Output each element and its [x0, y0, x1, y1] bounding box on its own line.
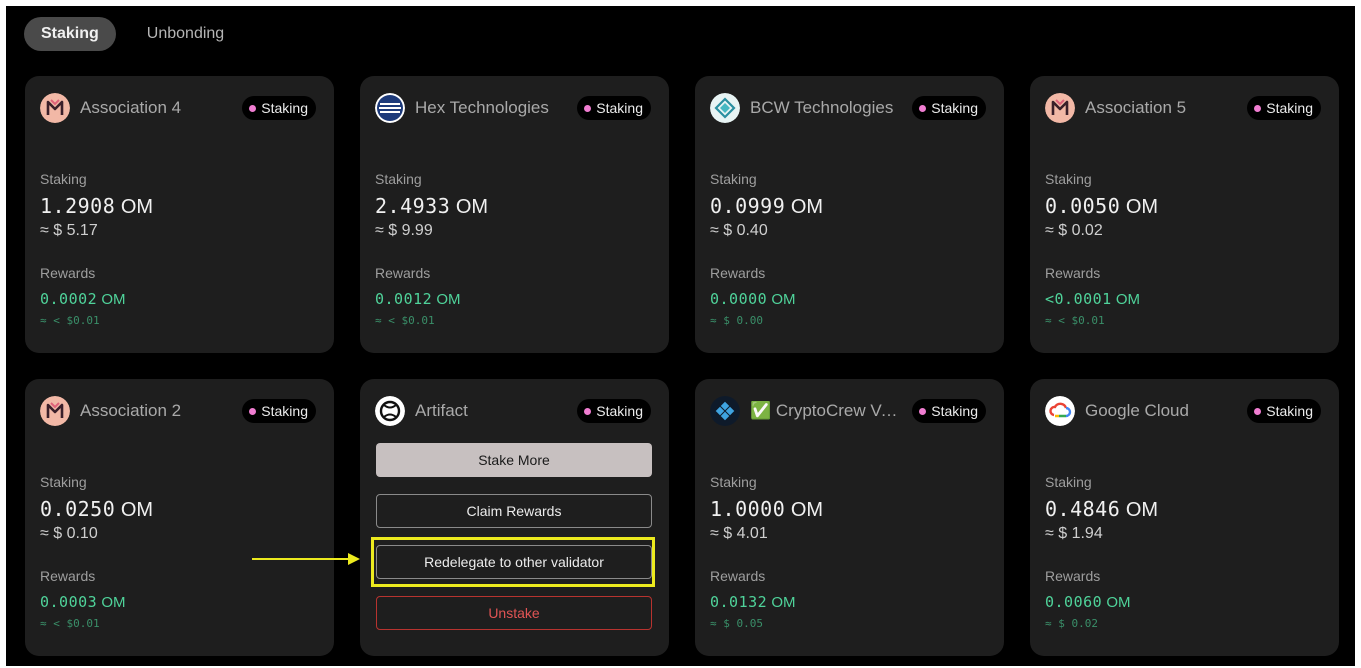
validator-name: Association 5	[1085, 98, 1187, 117]
validator-name: Association 2	[80, 401, 182, 420]
rewards-label: Rewards	[375, 265, 431, 281]
validator-name: Artifact	[415, 401, 468, 420]
validator-name: BCW Technologies	[750, 98, 894, 117]
tab-unbonding[interactable]: Unbonding	[130, 17, 241, 51]
mantra-logo-icon	[40, 396, 70, 426]
validator-card-association-2[interactable]: Association 2 Staking Staking 0.0250 OM …	[25, 379, 334, 656]
redelegate-button[interactable]: Redelegate to other validator	[376, 545, 652, 579]
card-header: Hex Technologies Staking	[375, 93, 651, 123]
status-dot-icon	[1254, 407, 1262, 415]
staking-amount: 1.0000 OM	[710, 497, 824, 521]
unstake-button[interactable]: Unstake	[376, 596, 652, 630]
status-dot-icon	[919, 104, 927, 112]
rewards-usd-value: ≈ < $0.01	[40, 617, 100, 630]
annotation-arrow-icon	[252, 553, 360, 565]
card-header: Association 2 Staking	[40, 396, 316, 426]
status-badge: Staking	[577, 96, 651, 120]
rewards-amount: 0.0000 OM	[710, 290, 796, 308]
staking-dashboard: Staking Unbonding Association 4 Staking …	[6, 6, 1355, 666]
staking-usd-value: ≈ $ 0.10	[40, 525, 98, 542]
card-header: BCW Technologies Staking	[710, 93, 986, 123]
rewards-amount: 0.0003 OM	[40, 593, 126, 611]
staking-amount: 0.0999 OM	[710, 194, 824, 218]
google-cloud-logo-icon	[1045, 396, 1075, 426]
mantra-logo-icon	[1045, 93, 1075, 123]
claim-rewards-button[interactable]: Claim Rewards	[376, 494, 652, 528]
staking-usd-value: ≈ $ 0.40	[710, 222, 768, 239]
rewards-usd-value: ≈ $ 0.00	[710, 314, 763, 327]
cryptocrew-logo-icon	[710, 396, 740, 426]
validator-card-cryptocrew[interactable]: ✅ CryptoCrew Va... Staking Staking 1.000…	[695, 379, 1004, 656]
staking-amount: 0.4846 OM	[1045, 497, 1159, 521]
status-dot-icon	[584, 104, 592, 112]
staking-amount: 2.4933 OM	[375, 194, 489, 218]
status-dot-icon	[584, 407, 592, 415]
rewards-amount: 0.0012 OM	[375, 290, 461, 308]
validator-name: Association 4	[80, 98, 182, 117]
rewards-amount: 0.0002 OM	[40, 290, 126, 308]
status-badge: Staking	[1247, 96, 1321, 120]
status-badge: Staking	[577, 399, 651, 423]
status-dot-icon	[249, 104, 257, 112]
staking-amount: 0.0250 OM	[40, 497, 154, 521]
status-badge: Staking	[242, 399, 316, 423]
hex-logo-icon	[375, 93, 405, 123]
status-badge: Staking	[912, 96, 986, 120]
tab-staking[interactable]: Staking	[24, 17, 116, 51]
status-dot-icon	[249, 407, 257, 415]
rewards-usd-value: ≈ < $0.01	[1045, 314, 1105, 327]
validator-card-hex-technologies[interactable]: Hex Technologies Staking Staking 2.4933 …	[360, 76, 669, 353]
mantra-logo-icon	[40, 93, 70, 123]
tab-bar: Staking Unbonding	[24, 17, 241, 51]
staking-label: Staking	[40, 171, 87, 187]
staking-usd-value: ≈ $ 1.94	[1045, 525, 1103, 542]
staking-label: Staking	[375, 171, 422, 187]
rewards-amount: 0.0132 OM	[710, 593, 796, 611]
validator-name: Hex Technologies	[415, 98, 549, 117]
rewards-usd-value: ≈ < $0.01	[375, 314, 435, 327]
staking-label: Staking	[710, 171, 757, 187]
validator-card-google-cloud[interactable]: Google Cloud Staking Staking 0.4846 OM ≈…	[1030, 379, 1339, 656]
rewards-label: Rewards	[1045, 265, 1101, 281]
artifact-logo-icon	[375, 396, 405, 426]
card-header: Google Cloud Staking	[1045, 396, 1321, 426]
status-badge: Staking	[1247, 399, 1321, 423]
staking-usd-value: ≈ $ 4.01	[710, 525, 768, 542]
rewards-label: Rewards	[710, 265, 766, 281]
rewards-amount: <0.0001 OM	[1045, 290, 1141, 308]
card-header: Artifact Staking	[375, 396, 651, 426]
validator-name: Google Cloud	[1085, 401, 1189, 420]
staking-usd-value: ≈ $ 0.02	[1045, 222, 1103, 239]
rewards-label: Rewards	[40, 568, 96, 584]
bcw-logo-icon	[710, 93, 740, 123]
validator-card-association-4[interactable]: Association 4 Staking Staking 1.2908 OM …	[25, 76, 334, 353]
status-dot-icon	[1254, 104, 1262, 112]
card-header: Association 5 Staking	[1045, 93, 1321, 123]
rewards-usd-value: ≈ $ 0.05	[710, 617, 763, 630]
rewards-label: Rewards	[1045, 568, 1101, 584]
staking-label: Staking	[1045, 171, 1092, 187]
card-header: ✅ CryptoCrew Va... Staking	[710, 396, 986, 426]
validator-card-artifact[interactable]: Artifact Staking Stake More Claim Reward…	[360, 379, 669, 656]
stake-more-button[interactable]: Stake More	[376, 443, 652, 477]
staking-amount: 0.0050 OM	[1045, 194, 1159, 218]
rewards-label: Rewards	[40, 265, 96, 281]
rewards-label: Rewards	[710, 568, 766, 584]
staking-amount: 1.2908 OM	[40, 194, 154, 218]
rewards-usd-value: ≈ $ 0.02	[1045, 617, 1098, 630]
validator-card-association-5[interactable]: Association 5 Staking Staking 0.0050 OM …	[1030, 76, 1339, 353]
staking-label: Staking	[1045, 474, 1092, 490]
staking-usd-value: ≈ $ 9.99	[375, 222, 433, 239]
status-badge: Staking	[912, 399, 986, 423]
status-badge: Staking	[242, 96, 316, 120]
validator-card-bcw-technologies[interactable]: BCW Technologies Staking Staking 0.0999 …	[695, 76, 1004, 353]
staking-usd-value: ≈ $ 5.17	[40, 222, 98, 239]
validator-name: ✅ CryptoCrew Va...	[750, 401, 900, 420]
staking-label: Staking	[710, 474, 757, 490]
rewards-amount: 0.0060 OM	[1045, 593, 1131, 611]
status-dot-icon	[919, 407, 927, 415]
staking-label: Staking	[40, 474, 87, 490]
card-header: Association 4 Staking	[40, 93, 316, 123]
rewards-usd-value: ≈ < $0.01	[40, 314, 100, 327]
